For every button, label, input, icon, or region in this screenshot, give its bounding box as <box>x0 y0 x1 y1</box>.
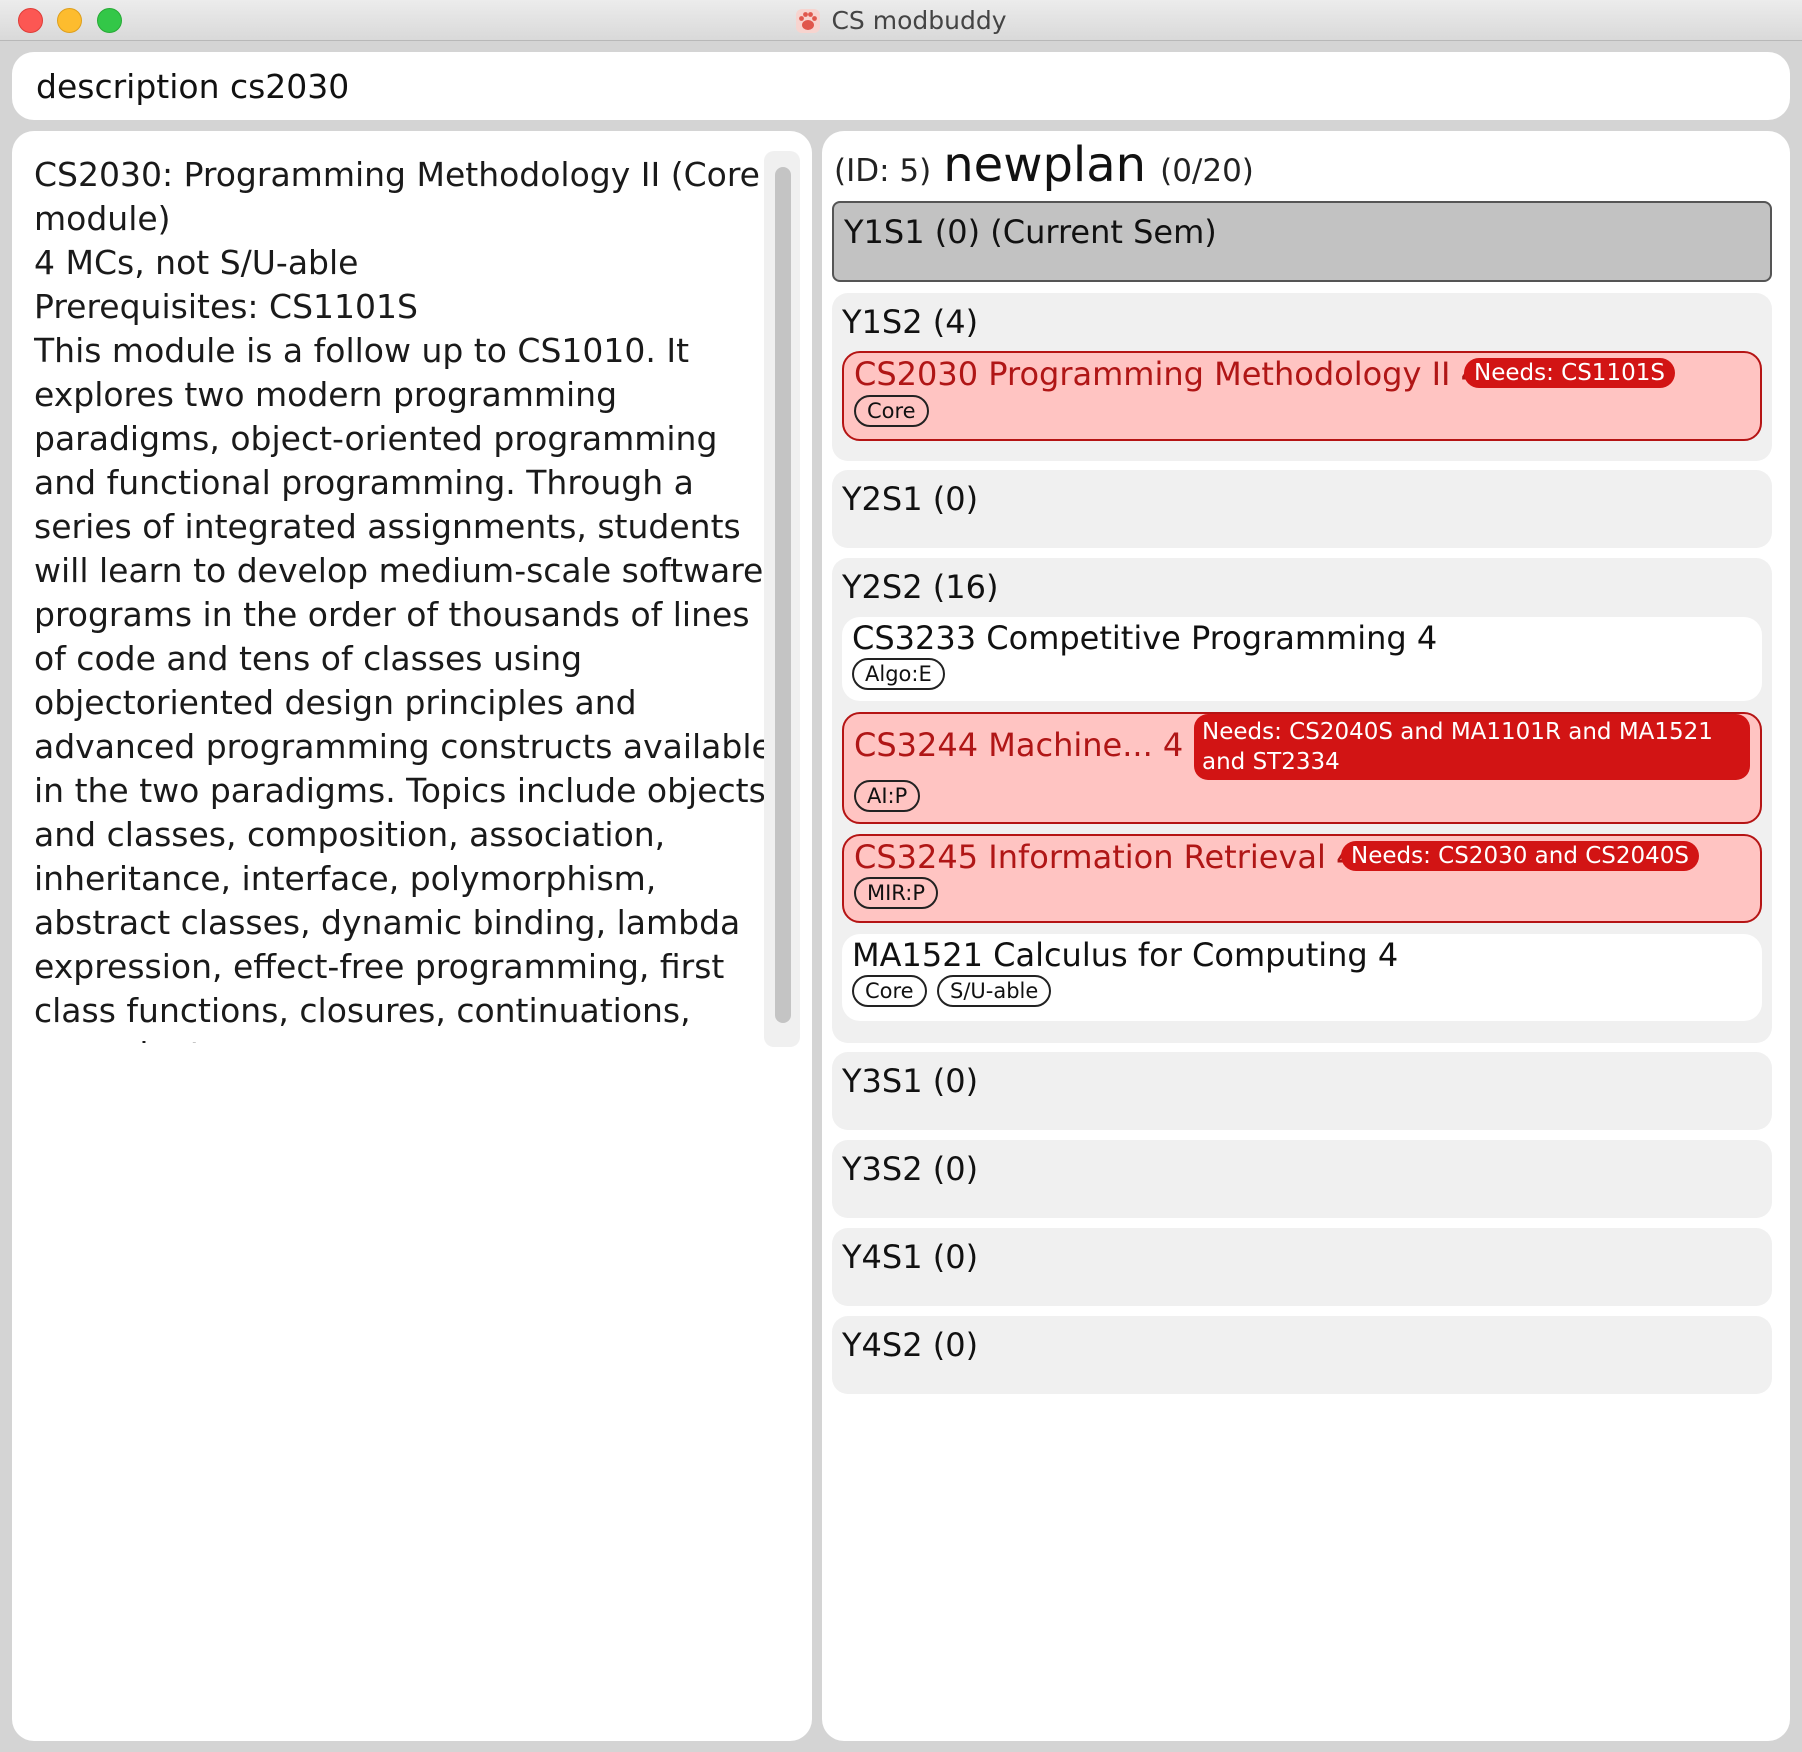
description-scrollbar[interactable] <box>764 151 800 1047</box>
tag-badge: S/U-able <box>937 975 1052 1007</box>
module-card[interactable]: MA1521 Calculus for Computing 4 Core S/U… <box>842 934 1762 1021</box>
semester-title: Y2S2 (16) <box>842 568 999 606</box>
tag-badge: Core <box>854 395 929 427</box>
needs-badge: Needs: CS2030 and CS2040S <box>1341 841 1700 871</box>
needs-badge: Needs: CS2040S and MA1101R and MA1521 an… <box>1194 714 1750 780</box>
semester-y1s1[interactable]: Y1S1 (0) (Current Sem) <box>832 201 1772 282</box>
semester-y2s1[interactable]: Y2S1 (0) <box>832 470 1772 548</box>
module-card[interactable]: CS3245 Information Retrieval 4 Needs: CS… <box>842 834 1762 923</box>
semester-title: Y4S1 (0) <box>842 1238 979 1276</box>
semester-title: Y2S1 (0) <box>842 480 979 518</box>
description-scrollbar-thumb[interactable] <box>775 167 791 1023</box>
description-text-area[interactable]: CS2030: Programming Methodology II (Core… <box>34 153 774 1043</box>
semester-title: Y1S2 (4) <box>842 303 979 341</box>
needs-badge: Needs: CS1101S <box>1464 358 1675 388</box>
tag-badge: Core <box>852 975 927 1007</box>
semester-title: Y1S1 (0) (Current Sem) <box>844 213 1217 251</box>
description-prerequisites: Prerequisites: CS1101S <box>34 287 418 326</box>
module-title: CS3233 Competitive Programming 4 <box>852 619 1438 657</box>
description-heading: CS2030: Programming Methodology II (Core… <box>34 155 760 238</box>
semester-title: Y4S2 (0) <box>842 1326 979 1364</box>
plan-name: newplan <box>943 137 1147 193</box>
current-sem-label: (Current Sem) <box>990 213 1217 251</box>
tag-badge: MIR:P <box>854 877 938 909</box>
plan-panel: (ID: 5) newplan (0/20) Y1S1 (0) (Current… <box>822 131 1790 1741</box>
semester-y1s2[interactable]: Y1S2 (4) CS2030 Programming Methodology … <box>832 293 1772 461</box>
tag-badge: Algo:E <box>852 658 945 690</box>
description-credits: 4 MCs, not S/U-able <box>34 243 359 282</box>
semester-title: Y3S1 (0) <box>842 1062 979 1100</box>
module-title: CS2030 Programming Methodology II 4 <box>854 355 1481 393</box>
plan-count: (0/20) <box>1160 153 1254 189</box>
paw-icon <box>796 8 821 33</box>
command-input[interactable]: description cs2030 <box>12 52 1790 120</box>
module-title: CS3245 Information Retrieval 4 <box>854 838 1357 876</box>
semester-y4s2[interactable]: Y4S2 (0) <box>832 1316 1772 1394</box>
plan-header: (ID: 5) newplan (0/20) <box>834 137 1254 197</box>
module-card[interactable]: CS3244 Machine... 4 Needs: CS2040S and M… <box>842 712 1762 824</box>
semester-y2s2[interactable]: Y2S2 (16) CS3233 Competitive Programming… <box>832 558 1772 1043</box>
window-title: CS modbuddy <box>831 6 1007 35</box>
module-title: CS3244 Machine... 4 <box>854 726 1184 764</box>
module-card[interactable]: CS3233 Competitive Programming 4 Algo:E <box>842 617 1762 701</box>
semester-y3s1[interactable]: Y3S1 (0) <box>832 1052 1772 1130</box>
semester-title: Y3S2 (0) <box>842 1150 979 1188</box>
title-bar: CS modbuddy <box>0 0 1802 41</box>
description-body: This module is a follow up to CS1010. It… <box>34 331 772 1043</box>
module-title: MA1521 Calculus for Computing 4 <box>852 936 1399 974</box>
command-text: description cs2030 <box>36 66 350 106</box>
semester-y4s1[interactable]: Y4S1 (0) <box>832 1228 1772 1306</box>
plan-id: (ID: 5) <box>834 153 932 189</box>
description-panel: CS2030: Programming Methodology II (Core… <box>12 131 812 1741</box>
window-title-area: CS modbuddy <box>0 0 1802 41</box>
semester-y3s2[interactable]: Y3S2 (0) <box>832 1140 1772 1218</box>
tag-badge: AI:P <box>854 780 921 812</box>
module-card[interactable]: CS2030 Programming Methodology II 4 Need… <box>842 351 1762 441</box>
